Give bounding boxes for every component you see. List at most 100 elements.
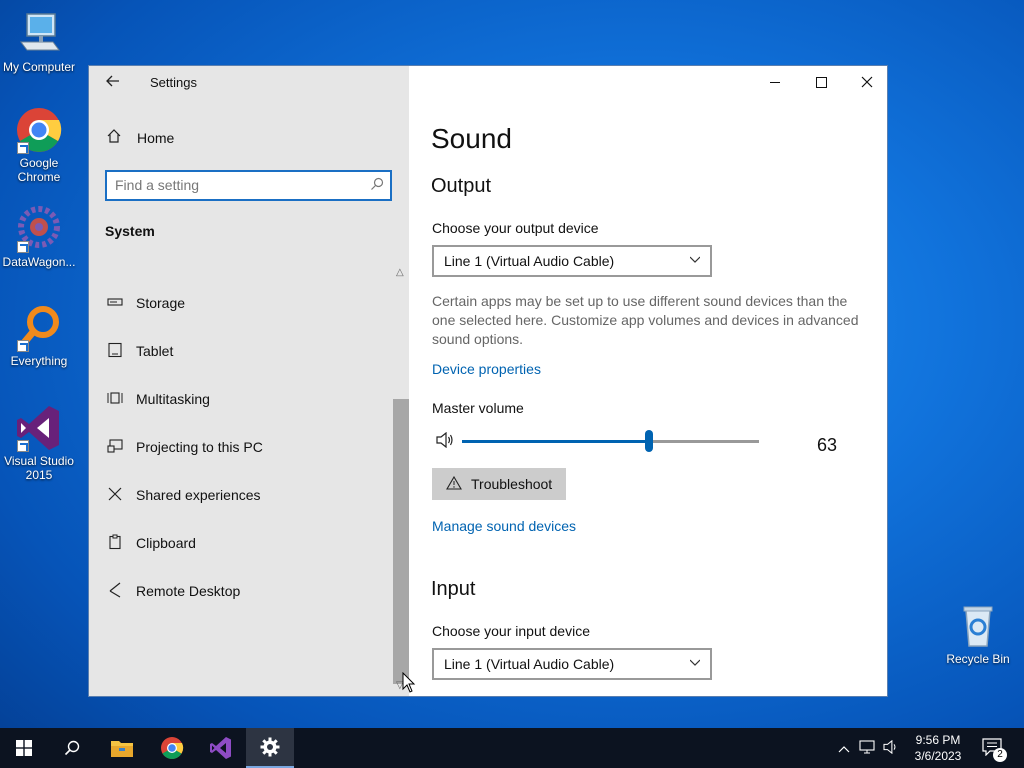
shortcut-arrow-icon: [17, 340, 29, 352]
warning-icon: [446, 475, 462, 493]
projecting-icon: [105, 438, 125, 457]
back-arrow-icon: [106, 75, 119, 87]
input-device-dropdown[interactable]: Line 1 (Virtual Audio Cable): [432, 648, 712, 680]
computer-icon: [15, 10, 63, 58]
start-button[interactable]: [0, 728, 48, 768]
sidebar-item-home[interactable]: Home: [106, 128, 174, 147]
mouse-cursor-icon: [402, 672, 416, 693]
desktop-icon-label: Visual Studio 2015: [4, 454, 74, 482]
master-volume-label: Master volume: [432, 400, 524, 416]
minimize-icon: [770, 81, 780, 83]
master-volume-slider[interactable]: [462, 430, 759, 452]
back-button[interactable]: [103, 72, 123, 92]
show-hidden-icons-chevron-icon[interactable]: [838, 741, 850, 756]
sidebar-item-projecting[interactable]: Projecting to this PC: [105, 428, 389, 466]
settings-sidebar: Home System △ Storage Tablet Mu: [89, 66, 409, 696]
search-icon: [64, 740, 80, 756]
input-device-label: Choose your input device: [432, 623, 590, 639]
maximize-button[interactable]: [798, 66, 844, 98]
input-heading: Input: [431, 578, 476, 600]
device-properties-link[interactable]: Device properties: [432, 361, 541, 377]
page-title: Sound: [431, 123, 512, 154]
output-device-label: Choose your output device: [432, 220, 599, 236]
sidebar-scrollbar[interactable]: [393, 399, 409, 684]
sidebar-item-clipboard[interactable]: Clipboard: [105, 524, 389, 562]
desktop-icon-label: My Computer: [2, 60, 76, 74]
output-device-dropdown[interactable]: Line 1 (Virtual Audio Cable): [432, 245, 712, 277]
volume-value: 63: [817, 435, 838, 455]
output-help-text: Certain apps may be set up to use differ…: [432, 293, 859, 347]
multitasking-icon: [105, 390, 125, 409]
sidebar-item-storage[interactable]: Storage: [105, 284, 389, 322]
tablet-icon: [105, 342, 125, 361]
taskbar-settings[interactable]: [246, 728, 294, 768]
taskbar-search-button[interactable]: [48, 728, 96, 768]
storage-icon: [105, 295, 125, 312]
window-title: Settings: [150, 75, 197, 90]
sidebar-item-label: Tablet: [136, 343, 174, 359]
desktop-icon-datawagon[interactable]: DataWagon...: [0, 205, 78, 269]
desktop-icon-everything[interactable]: Everything: [0, 304, 78, 368]
everything-search-icon: [15, 304, 63, 352]
desktop-icon-my-computer[interactable]: My Computer: [0, 10, 78, 74]
taskbar-file-explorer[interactable]: [98, 728, 146, 768]
taskbar-visual-studio[interactable]: [197, 728, 245, 768]
output-heading: Output: [431, 175, 492, 197]
title-bar: Settings: [89, 66, 887, 98]
system-tray: [838, 728, 899, 768]
chevron-down-icon: [690, 659, 700, 666]
desktop-icon-visual-studio[interactable]: Visual Studio 2015: [0, 404, 78, 482]
troubleshoot-label: Troubleshoot: [471, 476, 553, 492]
volume-tray-icon[interactable]: [883, 739, 899, 757]
network-icon[interactable]: [859, 739, 875, 757]
visual-studio-icon: [15, 404, 63, 452]
taskbar-clock[interactable]: 9:56 PM 3/6/2023: [905, 732, 971, 764]
chrome-icon: [15, 106, 63, 154]
windows-logo-icon: [16, 740, 32, 756]
sidebar-item-tablet[interactable]: Tablet: [105, 332, 389, 370]
sidebar-item-multitasking[interactable]: Multitasking: [105, 380, 389, 418]
desktop-icon-label: Recycle Bin: [946, 652, 1010, 666]
search-box[interactable]: [105, 170, 392, 201]
output-device-value: Line 1 (Virtual Audio Cable): [444, 253, 615, 269]
clipboard-icon: [105, 534, 125, 553]
datawagon-icon: [15, 205, 63, 253]
folder-icon: [111, 741, 133, 757]
sidebar-item-label: Multitasking: [136, 391, 210, 407]
shared-experiences-icon: [105, 486, 125, 505]
speaker-icon[interactable]: [436, 431, 454, 452]
sidebar-item-label: Projecting to this PC: [136, 439, 263, 455]
sidebar-section-heading: System: [105, 223, 155, 239]
volume-fill: [462, 440, 650, 443]
desktop-icon-google-chrome[interactable]: Google Chrome: [0, 106, 78, 184]
search-icon[interactable]: [370, 177, 384, 194]
search-input[interactable]: [115, 177, 355, 193]
sidebar-item-remote-desktop[interactable]: Remote Desktop: [105, 572, 389, 610]
visual-studio-icon: [210, 737, 231, 759]
gear-icon: [260, 737, 280, 757]
close-icon: [861, 76, 873, 88]
sidebar-item-label: Storage: [136, 295, 186, 311]
sidebar-item-shared-experiences[interactable]: Shared experiences: [105, 476, 389, 514]
input-device-value: Line 1 (Virtual Audio Cable): [444, 656, 615, 672]
desktop-icon-label: DataWagon...: [2, 255, 76, 269]
manage-sound-devices-link[interactable]: Manage sound devices: [432, 518, 576, 534]
volume-slider-thumb[interactable]: [645, 430, 654, 452]
home-icon: [106, 128, 124, 147]
close-button[interactable]: [844, 66, 887, 98]
sound-settings-content: Sound Output Choose your output device L…: [409, 98, 887, 696]
desktop-icon-label: Everything: [10, 354, 68, 368]
taskbar: 9:56 PM 3/6/2023 2: [0, 728, 1024, 768]
shortcut-arrow-icon: [17, 142, 29, 154]
taskbar-chrome[interactable]: [148, 728, 196, 768]
minimize-button[interactable]: [752, 66, 798, 98]
desktop-icon-label: Google Chrome: [17, 156, 61, 184]
sidebar-item-label: Remote Desktop: [136, 583, 241, 599]
troubleshoot-button[interactable]: Troubleshoot: [432, 468, 566, 500]
chrome-icon: [161, 737, 184, 759]
clock-time: 9:56 PM: [915, 733, 961, 747]
desktop-icon-recycle-bin[interactable]: Recycle Bin: [939, 602, 1017, 666]
settings-window: Home System △ Storage Tablet Mu: [88, 65, 888, 697]
scroll-up-arrow-icon[interactable]: △: [396, 267, 404, 278]
notification-count-badge: 2: [993, 748, 1007, 762]
